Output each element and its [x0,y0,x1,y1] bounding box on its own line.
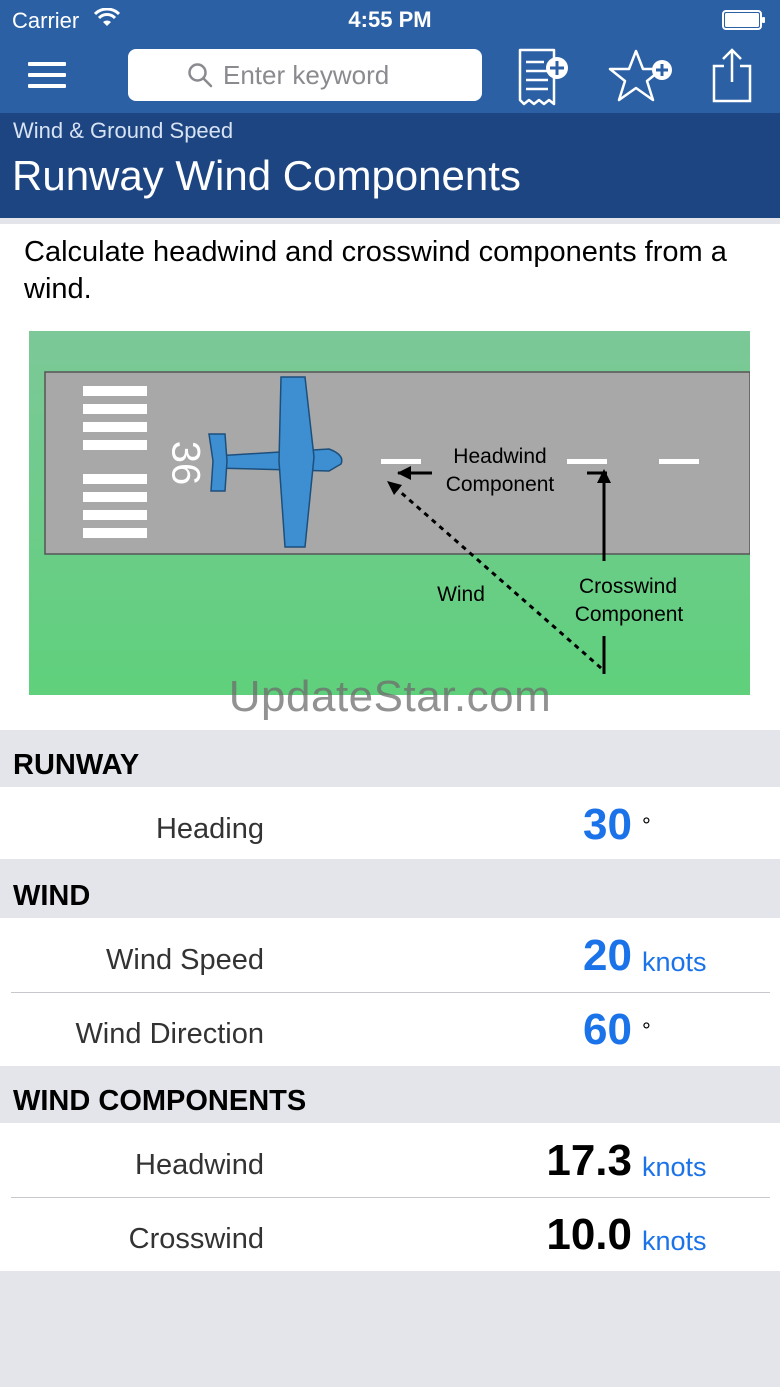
wind-direction-unit: ° [642,1018,651,1043]
add-note-icon[interactable] [516,46,572,108]
navigation-bar: Carrier 4:55 PM [0,0,780,113]
search-input[interactable] [223,59,423,91]
wind-direction-label: Wind Direction [75,1018,264,1050]
wind-components-rows: Headwind 17.3 knots Crosswind 10.0 knots [0,1123,780,1271]
wind-rows: Wind Speed 20 knots Wind Direction 60 ° [0,918,780,1066]
row-divider [11,992,770,993]
runway-wind-diagram: 36 Headwind Component Crosswind Componen… [29,331,750,695]
share-icon[interactable] [708,46,756,104]
wind-speed-value-input[interactable]: 20 [583,931,632,981]
heading-row[interactable]: Heading 30 ° [0,787,780,859]
heading-label: Heading [155,813,264,845]
crosswind-label: Crosswind [579,575,677,598]
crosswind-label: Crosswind [128,1223,264,1255]
section-header-wind: WIND [13,880,91,912]
headwind-label: Headwind [135,1149,264,1181]
watermark: UpdateStar.com [228,672,552,721]
headwind-value: 17.3 [546,1136,632,1185]
breadcrumb[interactable]: Wind & Ground Speed [13,118,233,144]
headwind-label-line2: Component [446,473,555,496]
runway-number: 36 [163,441,207,486]
status-bar: Carrier 4:55 PM [0,0,780,40]
section-header-runway: RUNWAY [13,749,140,781]
wind-direction-value-input[interactable]: 60 [583,1005,632,1055]
wind-speed-label: Wind Speed [106,944,264,976]
row-divider [11,1197,770,1198]
search-icon [188,63,213,88]
section-header-wind-components: WIND COMPONENTS [13,1085,307,1117]
heading-unit: ° [642,813,651,838]
add-favorite-icon[interactable] [606,46,676,108]
headwind-label: Headwind [453,445,546,468]
wind-label: Wind [437,583,485,606]
status-time: 4:55 PM [348,7,432,32]
crosswind-label-line2: Component [575,603,684,626]
search-field[interactable] [128,49,482,101]
heading-value-input[interactable]: 30 [583,800,632,850]
page-title: Runway Wind Components [12,152,521,199]
wind-speed-unit[interactable]: knots [642,947,707,978]
crosswind-unit[interactable]: knots [642,1226,707,1257]
hamburger-menu-icon[interactable] [28,62,68,90]
headwind-unit[interactable]: knots [642,1152,707,1183]
battery-icon [722,10,765,30]
description-text: Calculate headwind and crosswind compone… [24,236,727,305]
crosswind-value: 10.0 [546,1210,632,1259]
